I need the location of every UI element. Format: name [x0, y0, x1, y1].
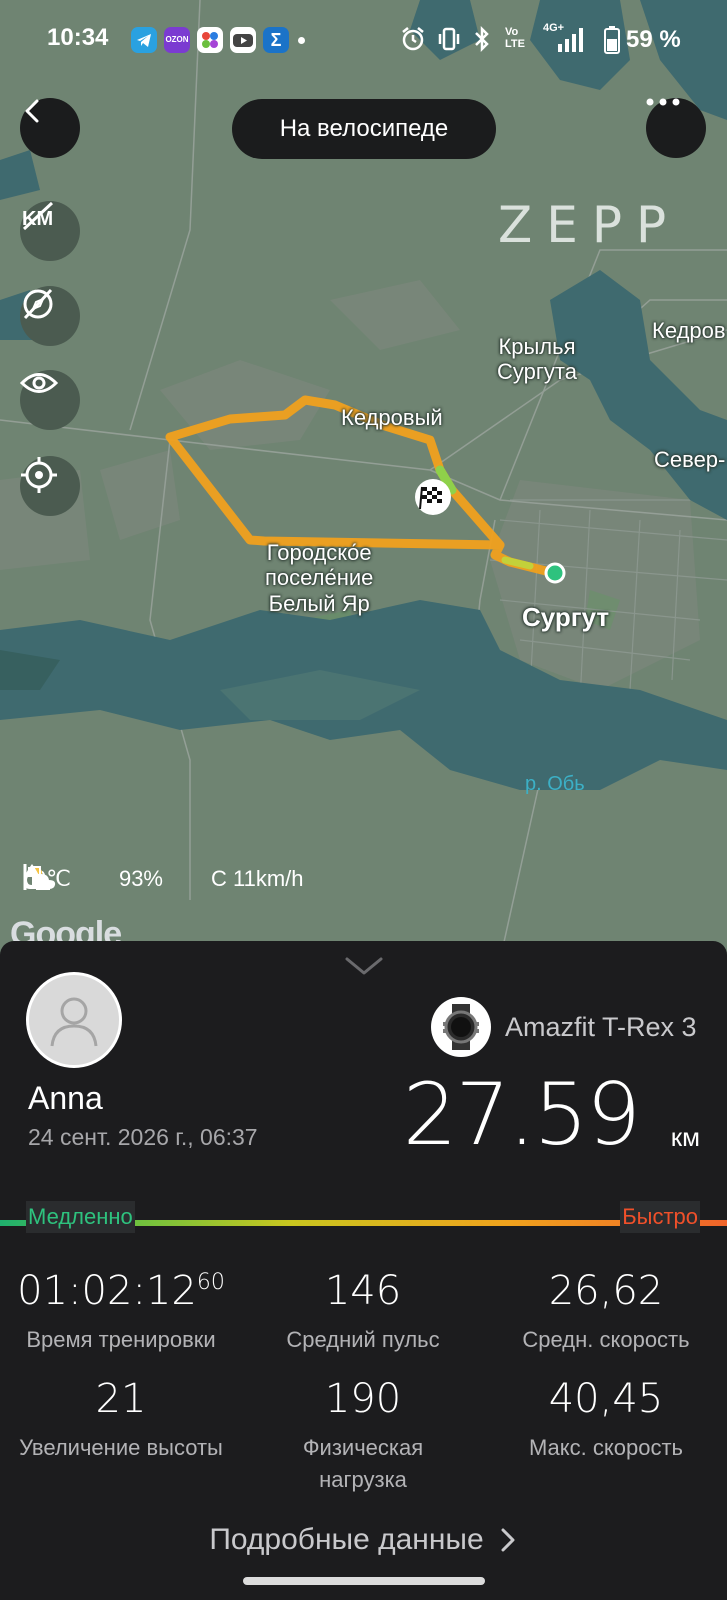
- workout-summary-panel: Anna 24 сент. 2026 г., 06:37 Amazfit T-R…: [0, 941, 727, 1600]
- locate-icon: [21, 457, 57, 493]
- stat-avg-speed: 26,62 Средн. скорость: [485, 1268, 727, 1356]
- status-time: 10:34: [47, 24, 109, 51]
- device-image: [431, 997, 491, 1057]
- volte-indicator: Vo LTE: [505, 26, 525, 50]
- back-button[interactable]: [20, 98, 80, 158]
- km-markers-toggle[interactable]: KM: [20, 201, 80, 261]
- elevation-gain-value: 21: [95, 1376, 147, 1422]
- avg-hr-value: 146: [324, 1268, 402, 1314]
- stat-avg-heart-rate: 146 Средний пульс: [242, 1268, 484, 1356]
- duration-main: 01:02:12: [17, 1268, 197, 1314]
- status-bar: 10:34 OZON Σ Vo LTE 4G+ 59 %: [0, 0, 727, 80]
- activity-title: На велосипеде: [232, 99, 496, 159]
- map-label-krylya: Крылья Сургута: [497, 334, 577, 385]
- speed-legend-slow: Медленно: [26, 1201, 135, 1233]
- map-label-ob: р. Обь: [525, 773, 585, 795]
- duration-value: 01:02:1260: [0, 1268, 242, 1314]
- avatar[interactable]: [26, 972, 122, 1068]
- vk-icon: [197, 27, 223, 53]
- weather-row: 9℃ 93% С 11km/h: [22, 862, 340, 896]
- max-speed-label: Макс. скорость: [528, 1435, 684, 1460]
- map-label-surgut: Сургут: [522, 602, 610, 632]
- map-label-beliy-yar: Городско́е поселе́ние Белый Яр: [265, 540, 374, 616]
- elevation-gain-label: Увеличение высоты: [19, 1435, 223, 1460]
- map-label-kedrovy-top: Кедров: [652, 318, 726, 343]
- notification-dot-icon: [298, 37, 305, 44]
- device-name: Amazfit T-Rex 3: [505, 1012, 697, 1042]
- compass-toggle[interactable]: [20, 286, 80, 346]
- youtube-icon: [230, 27, 256, 53]
- chevron-down-icon: [345, 957, 383, 975]
- user-placeholder-icon: [50, 997, 98, 1047]
- eye-icon: [20, 373, 58, 393]
- home-indicator[interactable]: [243, 1577, 485, 1585]
- user-name: Anna: [28, 1080, 103, 1116]
- duration-fraction: 60: [196, 1270, 225, 1295]
- map-label-kedrovy: Кедровый: [341, 405, 443, 430]
- more-dots-icon: [646, 98, 680, 106]
- map-label-sever: Север-: [654, 447, 726, 472]
- wind-value: С 11km/h: [211, 866, 304, 891]
- km-toggle-icon: KM: [22, 201, 53, 231]
- ozon-icon: OZON: [164, 27, 190, 53]
- more-details-button[interactable]: Подробные данные: [0, 1523, 727, 1557]
- recenter-button[interactable]: [20, 456, 80, 516]
- distance-unit: км: [670, 1122, 700, 1152]
- chevron-right-icon: [501, 1528, 515, 1552]
- training-load-label: Физическая нагрузка: [302, 1435, 424, 1492]
- stat-training-load: 190 Физическая нагрузка: [242, 1376, 484, 1496]
- speed-legend-fast: Быстро: [620, 1201, 700, 1233]
- avg-speed-value: 26,62: [548, 1268, 664, 1314]
- sigma-icon: Σ: [263, 27, 289, 53]
- stat-elevation-gain: 21 Увеличение высоты: [0, 1376, 242, 1464]
- distance-value: 27.59: [402, 1065, 641, 1165]
- chevron-left-icon: [25, 99, 39, 123]
- route-map[interactable]: Кедров Крылья Сургута Кедровый Север- Го…: [0, 0, 727, 960]
- more-options-button[interactable]: [646, 98, 706, 158]
- workout-date: 24 сент. 2026 г., 06:37: [28, 1124, 258, 1150]
- humidity-value: 93%: [118, 866, 163, 891]
- stat-max-speed: 40,45 Макс. скорость: [485, 1376, 727, 1464]
- humidity-item: 93%: [24, 864, 163, 892]
- stat-duration: 01:02:1260 Время тренировки: [0, 1268, 242, 1356]
- max-speed-value: 40,45: [548, 1376, 664, 1422]
- avg-speed-label: Средн. скорость: [522, 1327, 690, 1352]
- visibility-toggle[interactable]: [20, 370, 80, 430]
- battery-level: 59 %: [626, 26, 681, 53]
- compass-off-icon: [23, 288, 53, 320]
- training-load-value: 190: [324, 1376, 402, 1422]
- avg-hr-label: Средний пульс: [286, 1327, 440, 1352]
- more-details-label: Подробные данные: [209, 1523, 484, 1556]
- duration-label: Время тренировки: [26, 1327, 216, 1352]
- zepp-logo: ZEPP: [498, 196, 681, 254]
- watch-icon: [443, 1004, 479, 1050]
- telegram-icon: [131, 27, 157, 53]
- collapse-panel-button[interactable]: [344, 955, 384, 982]
- wind-item: С 11km/h: [23, 864, 304, 892]
